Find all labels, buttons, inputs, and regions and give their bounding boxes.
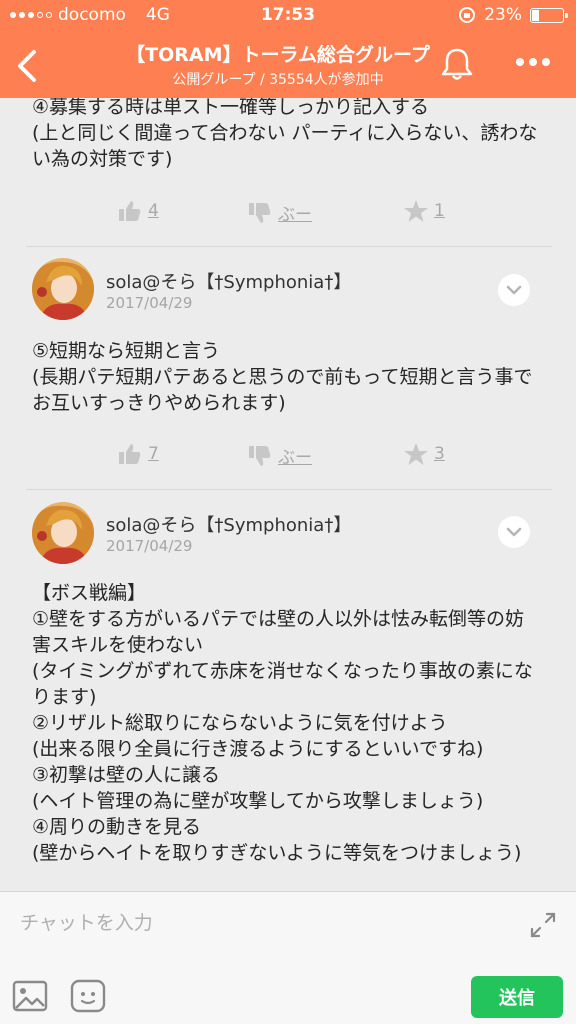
rotation-lock-icon xyxy=(459,7,476,23)
send-button[interactable]: 送信 xyxy=(471,976,563,1018)
like-count: 4 xyxy=(148,201,159,221)
post-text: ④募集する時は単スト一確等しっかり記入する (上と同じく間違って合わない パーテ… xyxy=(32,98,538,170)
message-feed[interactable]: ④募集する時は単スト一確等しっかり記入する (上と同じく間違って合わない パーテ… xyxy=(0,98,576,891)
dislike-label: ぶー xyxy=(278,448,312,468)
star-icon xyxy=(404,200,428,222)
post-author[interactable]: sola@そら【†Symphonia†】 xyxy=(106,268,351,294)
bell-icon[interactable] xyxy=(437,44,477,84)
expand-icon[interactable] xyxy=(526,908,560,942)
post-date: 2017/04/29 xyxy=(106,537,193,555)
dislike-button[interactable]: ぶー xyxy=(248,200,312,225)
avatar[interactable] xyxy=(32,258,94,320)
thumbs-down-icon xyxy=(249,445,271,466)
more-options-icon[interactable] xyxy=(508,50,558,74)
favorite-button[interactable]: 1 xyxy=(404,200,445,222)
post-actions: 7 ぶー 3 xyxy=(0,443,576,477)
message-composer: 送信 xyxy=(0,891,576,1024)
post-text: ⑤短期なら短期と言う (長期パテ短期パテあると思うので前もって短期と言う事でお互… xyxy=(32,340,533,414)
avatar-image xyxy=(32,258,94,320)
avatar[interactable] xyxy=(32,502,94,564)
chat-input[interactable] xyxy=(18,902,502,944)
post-date: 2017/04/29 xyxy=(106,294,193,312)
favorite-count: 1 xyxy=(434,201,445,221)
thumbs-up-icon xyxy=(119,201,141,221)
sticker-icon[interactable] xyxy=(68,978,108,1014)
star-icon xyxy=(404,443,428,465)
top-bar: docomo 4G 17:53 23% 【TORAM】トーラム総合グループ 公開… xyxy=(0,0,576,98)
back-arrow-icon[interactable] xyxy=(8,40,48,90)
post-author[interactable]: sola@そら【†Symphonia†】 xyxy=(106,511,351,537)
dislike-button[interactable]: ぶー xyxy=(248,443,312,468)
chevron-down-icon[interactable] xyxy=(498,516,530,548)
status-bar: docomo 4G 17:53 23% xyxy=(0,0,576,30)
favorite-count: 3 xyxy=(434,444,445,464)
thumbs-up-icon xyxy=(119,444,141,464)
group-subtitle: 公開グループ / 35554人が参加中 xyxy=(172,72,384,88)
post-actions: 4 ぶー 1 xyxy=(0,200,576,234)
post-text: 【ボス戦編】 ①壁をする方がいるパテでは壁の人以外は怯み転倒等の妨害スキルを使わ… xyxy=(32,582,533,864)
like-button[interactable]: 7 xyxy=(118,443,159,465)
dislike-label: ぶー xyxy=(278,205,312,225)
divider xyxy=(26,489,552,490)
image-icon[interactable] xyxy=(10,978,50,1014)
chevron-down-icon[interactable] xyxy=(498,274,530,306)
favorite-button[interactable]: 3 xyxy=(404,443,445,465)
header-title-block: 【TORAM】トーラム総合グループ 公開グループ / 35554人が参加中 xyxy=(80,40,476,89)
divider xyxy=(26,246,552,247)
group-title: 【TORAM】トーラム総合グループ xyxy=(126,44,430,66)
thumbs-down-icon xyxy=(249,202,271,223)
avatar-image xyxy=(32,502,94,564)
like-count: 7 xyxy=(148,444,159,464)
like-button[interactable]: 4 xyxy=(118,200,159,222)
battery-percent: 23% xyxy=(484,5,522,25)
battery-icon xyxy=(530,7,568,23)
